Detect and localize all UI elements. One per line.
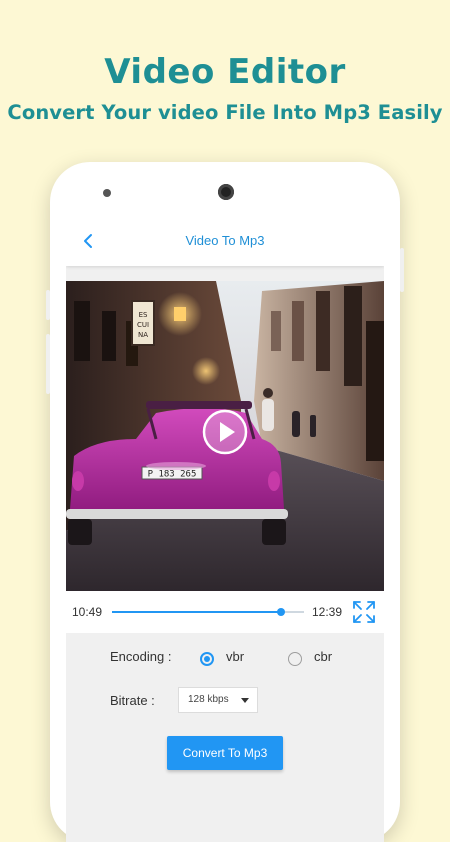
license-plate-text: P 183 265 [148, 470, 197, 480]
bitrate-select[interactable]: 128 kbps [178, 687, 258, 713]
current-time: 10:49 [72, 605, 103, 619]
phone-side-button-left-2 [46, 334, 50, 394]
radio-vbr[interactable] [200, 652, 214, 666]
fullscreen-icon[interactable] [352, 600, 376, 624]
chevron-down-icon [241, 698, 249, 703]
play-icon[interactable] [202, 409, 248, 455]
promo-title: Video Editor [104, 52, 346, 92]
svg-text:NA: NA [138, 331, 148, 339]
bitrate-label: Bitrate : [110, 693, 155, 708]
radio-vbr-label[interactable]: vbr [226, 649, 244, 664]
bitrate-selected-value: 128 kbps [188, 694, 229, 705]
radio-cbr-label[interactable]: cbr [314, 649, 332, 664]
seek-thumb[interactable] [276, 608, 285, 616]
svg-text:CUI: CUI [137, 321, 149, 329]
svg-text:ES: ES [139, 311, 148, 319]
player-controls: 10:49 12:39 [66, 591, 384, 633]
promo-subtitle: Convert Your video File Into Mp3 Easily [7, 101, 443, 124]
screen-title: Video To Mp3 [185, 233, 265, 248]
front-camera [218, 184, 234, 200]
seek-progress [112, 611, 281, 613]
radio-cbr[interactable] [288, 652, 302, 666]
proximity-sensor [103, 189, 111, 197]
app-bar: Video To Mp3 [66, 216, 384, 266]
convert-button[interactable]: Convert To Mp3 [167, 736, 283, 770]
total-time: 12:39 [312, 605, 343, 619]
seek-bar[interactable] [112, 608, 304, 616]
encoding-label: Encoding : [110, 649, 172, 664]
video-preview[interactable]: ES CUI NA P 183 265 [66, 281, 384, 591]
phone-side-button-right [400, 248, 404, 292]
phone-side-button-left [46, 290, 50, 320]
